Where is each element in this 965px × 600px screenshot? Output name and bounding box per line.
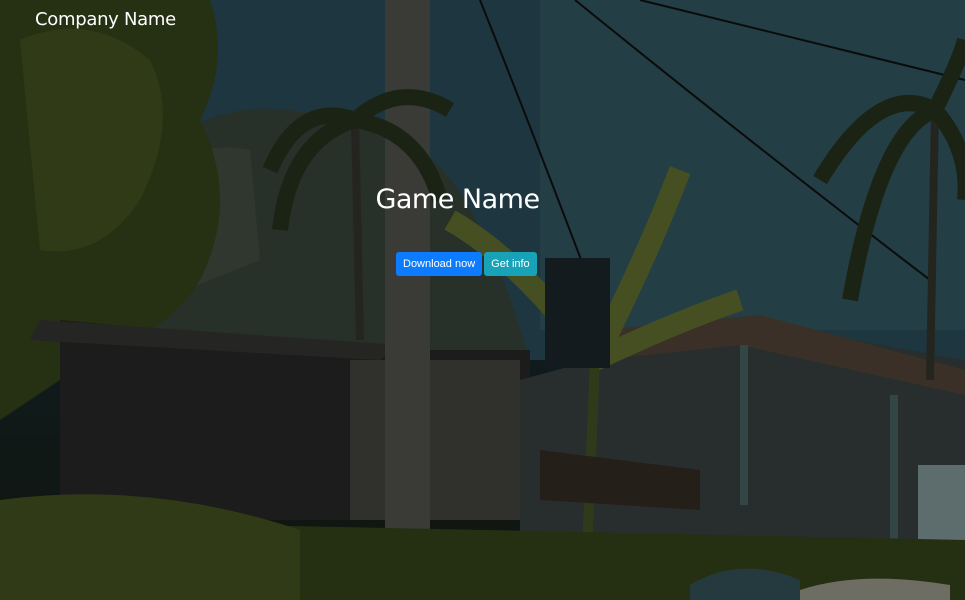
hero-section: Company Name Game Name Download now Get … <box>0 0 965 600</box>
navbar-brand[interactable]: Company Name <box>35 9 176 30</box>
hero-actions: Download now Get info <box>396 252 537 276</box>
download-now-button[interactable]: Download now <box>396 252 483 276</box>
get-info-button[interactable]: Get info <box>484 252 537 276</box>
hero-title: Game Name <box>375 184 540 215</box>
dark-overlay <box>0 0 965 600</box>
